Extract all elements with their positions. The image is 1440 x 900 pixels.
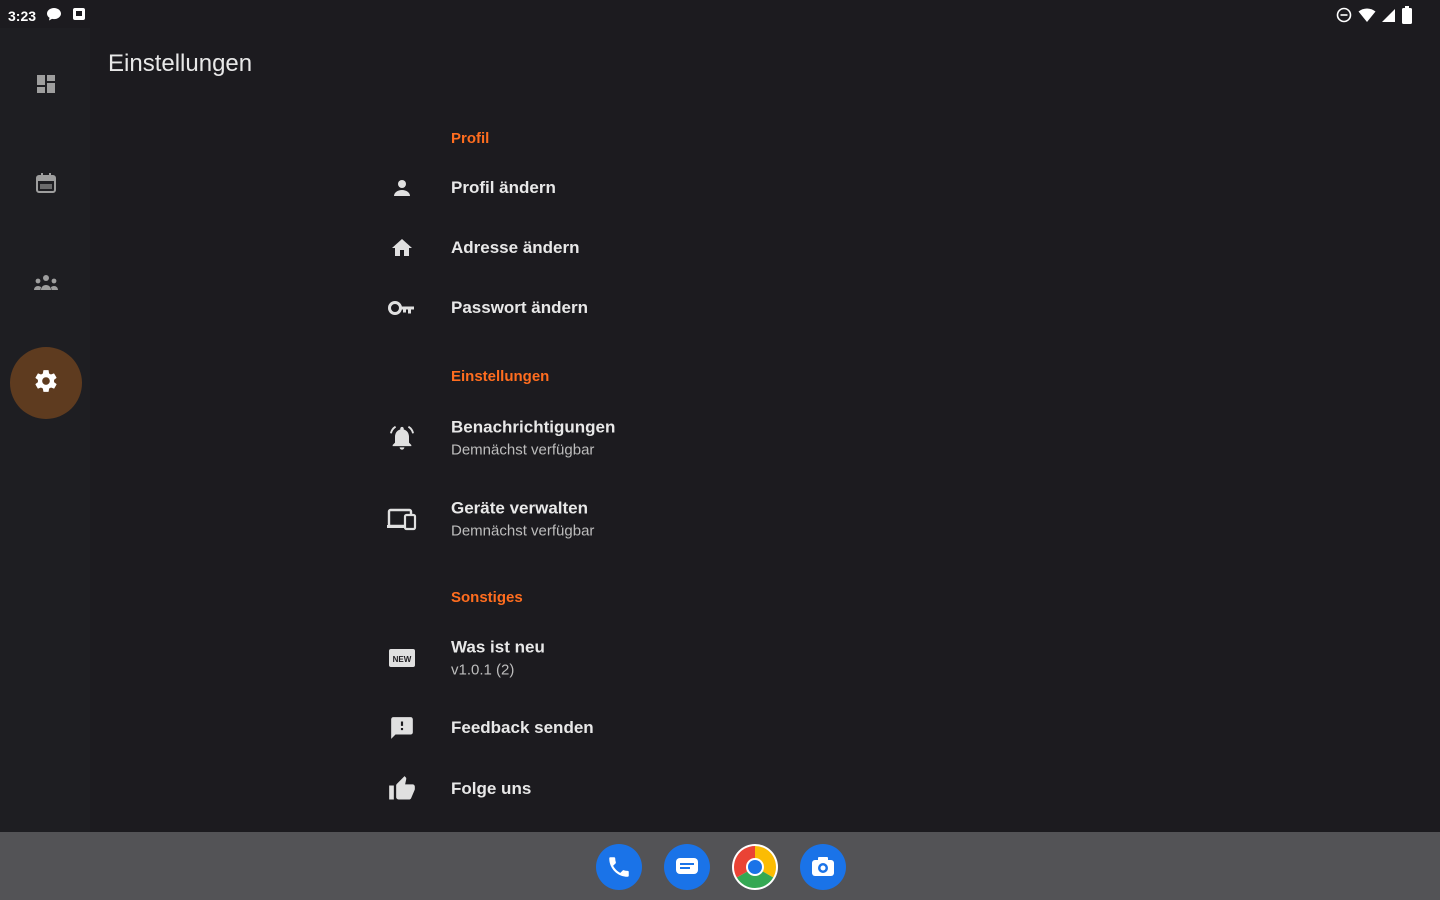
section-header-other: Sonstiges (451, 589, 523, 606)
settings-gear-icon (33, 368, 59, 399)
groups-icon (32, 272, 60, 297)
settings-item-change-password[interactable]: Passwort ändern (380, 282, 880, 334)
phone-app-icon[interactable] (596, 844, 642, 890)
person-icon (386, 172, 418, 204)
section-header-profile: Profil (451, 130, 490, 147)
section-header-settings: Einstellungen (451, 368, 550, 385)
settings-item-send-feedback[interactable]: Feedback senden (380, 702, 880, 754)
settings-item-subtitle: Demnächst verfügbar (451, 522, 595, 540)
home-icon (386, 232, 418, 264)
settings-item-subtitle: Demnächst verfügbar (451, 441, 595, 459)
settings-item-label: Folge uns (451, 779, 532, 798)
notification-square-icon (72, 7, 86, 24)
settings-item-notifications[interactable]: Benachrichtigungen Demnächst verfügbar (380, 410, 880, 466)
new-releases-icon: NEW (386, 642, 418, 674)
page-title: Einstellungen (108, 50, 253, 77)
settings-item-whats-new[interactable]: NEW Was ist neu v1.0.1 (2) (380, 630, 880, 686)
feedback-icon (386, 712, 418, 744)
settings-item-label: Geräte verwalten (451, 498, 589, 518)
wifi-icon (1358, 7, 1376, 28)
system-navigation-bar (0, 832, 1440, 900)
status-bar: 3:23 (0, 0, 1440, 28)
settings-item-follow-us[interactable]: Folge uns (380, 763, 880, 815)
app-dock (596, 844, 846, 890)
battery-icon (1402, 6, 1412, 29)
rail-item-settings[interactable] (10, 347, 82, 419)
dashboard-icon (34, 72, 58, 101)
notification-bell-icon (386, 422, 418, 454)
navigation-rail (0, 28, 90, 832)
status-bar-right (1336, 6, 1412, 29)
status-bar-left: 3:23 (8, 6, 86, 25)
settings-item-label: Was ist neu (451, 637, 545, 657)
rail-item-groups[interactable] (10, 248, 82, 320)
key-icon (386, 292, 418, 324)
settings-item-label: Passwort ändern (451, 298, 588, 317)
thumb-up-icon (386, 773, 418, 805)
do-not-disturb-icon (1336, 7, 1352, 28)
settings-item-change-profile[interactable]: Profil ändern (380, 162, 880, 214)
settings-item-label: Profil ändern (451, 178, 556, 197)
chat-bubble-icon (46, 6, 62, 25)
cell-signal-icon (1382, 7, 1396, 28)
messages-app-icon[interactable] (664, 844, 710, 890)
clock: 3:23 (8, 7, 37, 24)
settings-item-label: Feedback senden (451, 718, 594, 737)
rail-item-dashboard[interactable] (10, 50, 82, 122)
settings-item-subtitle: v1.0.1 (2) (451, 661, 515, 679)
settings-item-change-address[interactable]: Adresse ändern (380, 222, 880, 274)
settings-item-label: Benachrichtigungen (451, 417, 616, 437)
camera-app-icon[interactable] (800, 844, 846, 890)
settings-item-label: Adresse ändern (451, 238, 580, 257)
settings-item-manage-devices[interactable]: Geräte verwalten Demnächst verfügbar (380, 491, 880, 547)
calendar-icon (34, 171, 58, 200)
svg-text:NEW: NEW (393, 655, 412, 664)
rail-item-calendar[interactable] (10, 149, 82, 221)
devices-icon (386, 503, 418, 535)
chrome-app-icon[interactable] (732, 844, 778, 890)
